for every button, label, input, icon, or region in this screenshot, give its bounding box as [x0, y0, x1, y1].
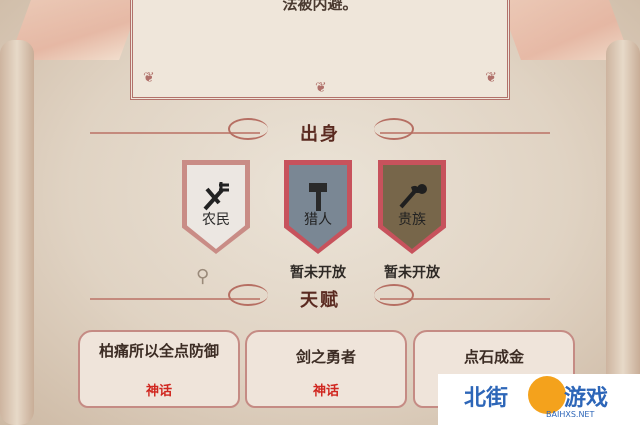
talent-name: 剑之勇者: [295, 348, 356, 366]
scroll-edge-left: [0, 40, 34, 425]
talent-rarity: 神话: [145, 384, 172, 399]
badge-label: 猎人: [304, 212, 332, 228]
flourish-icon: ❦: [485, 70, 497, 86]
watermark: 北街 游戏 BAIHXS.NET: [438, 374, 640, 425]
sun-logo-icon: [528, 376, 566, 414]
talent-name: 点石成金: [463, 348, 524, 366]
watermark-text-right: 游戏: [564, 386, 609, 411]
flourish-icon: ❦: [315, 80, 327, 96]
hammer-icon: [309, 183, 327, 211]
magnifier-icon: ⚲: [196, 266, 210, 287]
dialog-panel: 法被内避。 ❦ ❦ ❦: [130, 0, 510, 100]
talent-name: 柏痛所以全点防御: [98, 342, 219, 360]
watermark-text-left: 北街: [464, 386, 509, 411]
scroll-edge-right: [606, 40, 640, 425]
talent-card[interactable]: 剑之勇者 神话: [245, 330, 407, 408]
dialog-text: 法被内避。: [282, 0, 358, 13]
badge-status: 暂未开放: [290, 265, 346, 281]
talent-title: 天赋: [300, 290, 340, 311]
watermark-sub: BAIHXS.NET: [546, 410, 595, 419]
axe-bag-icon: [399, 184, 427, 209]
badge-label: 农民: [202, 212, 230, 228]
pitchfork-icon: [203, 182, 229, 211]
talent-card[interactable]: 柏痛所以全点防御 神话: [78, 330, 240, 408]
badge-status: 暂未开放: [384, 265, 440, 281]
origin-title: 出身: [300, 124, 340, 145]
badge-label: 贵族: [398, 212, 426, 228]
flourish-icon: ❦: [143, 70, 155, 86]
talent-rarity: 神话: [312, 384, 339, 399]
